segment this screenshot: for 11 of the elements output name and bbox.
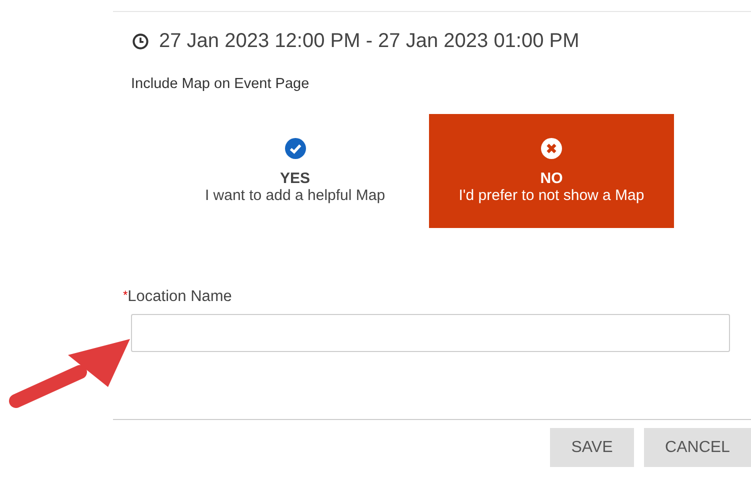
cross-icon	[541, 138, 562, 159]
clock-icon	[132, 33, 149, 50]
checkmark-icon	[284, 138, 306, 159]
footer-button[interactable]: CANCEL	[644, 428, 751, 467]
footer-button[interactable]: SAVE	[550, 428, 634, 467]
event-time: 27 Jan 2023 12:00 PM - 27 Jan 2023 01:00 PM	[159, 30, 580, 53]
map-option[interactable]: NO I'd prefer to not show a Map	[429, 114, 674, 228]
map-question: Include Map on Event Page	[131, 76, 310, 92]
location-input[interactable]	[131, 314, 730, 352]
field-label: Location Name	[128, 288, 232, 305]
required-mark: *	[123, 288, 128, 302]
